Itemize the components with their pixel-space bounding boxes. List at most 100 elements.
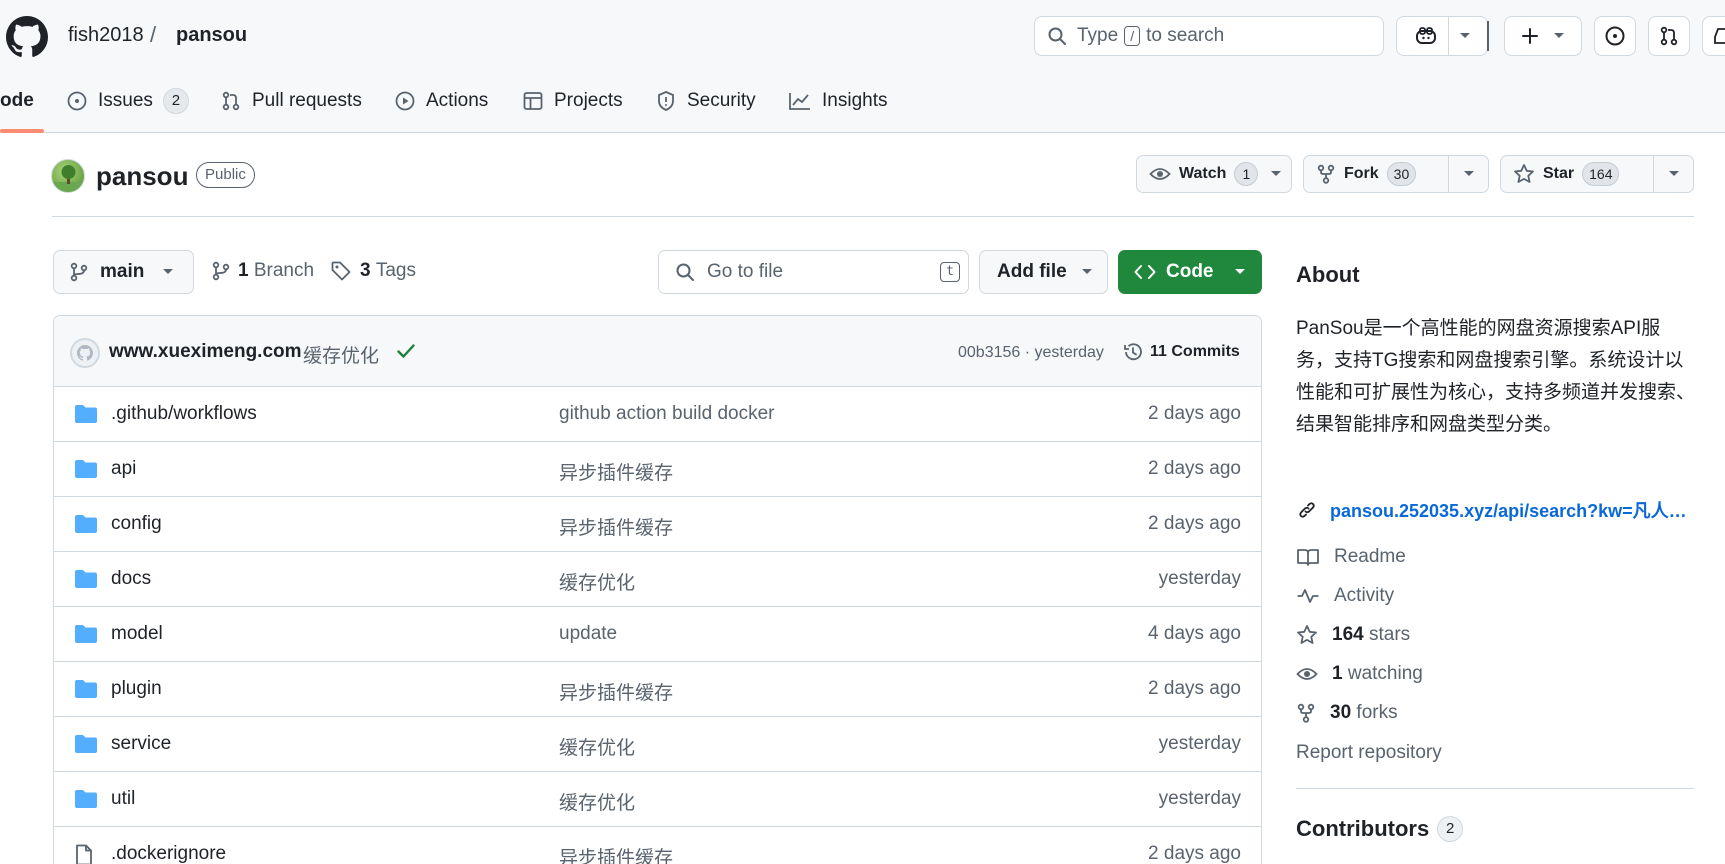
eye-icon (1149, 165, 1171, 183)
file-row[interactable]: api 异步插件缓存 2 days ago (54, 442, 1261, 497)
title-divider (52, 216, 1694, 217)
branches-label: Branch (253, 260, 315, 281)
tab-actions[interactable]: Actions (394, 86, 488, 116)
pull-requests-button[interactable] (1648, 16, 1690, 56)
fork-icon (1316, 164, 1336, 184)
branches-count: 1 (238, 260, 249, 281)
file-row[interactable]: .github/workflows github action build do… (54, 387, 1261, 442)
file-commit-message[interactable]: 异步插件缓存 (559, 458, 673, 485)
file-name[interactable]: .github/workflows (111, 403, 257, 425)
file-row[interactable]: plugin 异步插件缓存 2 days ago (54, 662, 1261, 717)
tab-actions-label: Actions (426, 90, 489, 111)
forks-link[interactable]: 30 forks (1296, 702, 1398, 724)
file-name[interactable]: service (111, 733, 171, 755)
file-name[interactable]: .dockerignore (111, 843, 226, 864)
readme-link[interactable]: Readme (1296, 546, 1406, 568)
eye-icon (1296, 665, 1318, 683)
watch-button[interactable]: Watch 1 (1136, 155, 1292, 193)
branch-icon (212, 261, 230, 281)
code-button[interactable]: Code (1118, 250, 1262, 294)
repo-owner-avatar[interactable] (51, 159, 85, 193)
file-commit-message[interactable]: 异步插件缓存 (559, 678, 673, 705)
inbox-button[interactable] (1702, 16, 1725, 56)
file-commit-message[interactable]: 缓存优化 (559, 733, 635, 760)
tab-issues[interactable]: Issues 2 (66, 86, 189, 116)
file-name[interactable]: docs (111, 568, 151, 590)
branches-link[interactable]: 1 Branch (212, 260, 314, 282)
file-row[interactable]: service 缓存优化 yesterday (54, 717, 1261, 772)
file-commit-message[interactable]: 缓存优化 (559, 568, 635, 595)
file-commit-message[interactable]: 异步插件缓存 (559, 513, 673, 540)
breadcrumb-owner[interactable]: fish2018 (68, 24, 144, 47)
issues-button[interactable] (1594, 16, 1636, 56)
tab-code[interactable]: ode (0, 86, 34, 116)
breadcrumb-repo[interactable]: pansou (176, 24, 247, 47)
tab-issues-count: 2 (162, 88, 189, 114)
tags-link[interactable]: 3 Tags (330, 260, 416, 282)
contributors-heading[interactable]: Contributors 2 (1296, 816, 1464, 842)
repo-title[interactable]: pansou (96, 161, 188, 192)
latest-commit-bar: www.xueximeng.com 缓存优化 00b3156 · yesterd… (54, 316, 1261, 387)
tab-projects[interactable]: Projects (522, 86, 623, 116)
file-row[interactable]: docs 缓存优化 yesterday (54, 552, 1261, 607)
file-date: 2 days ago (1148, 403, 1241, 424)
homepage-link[interactable]: pansou.252035.xyz/api/search?kw=凡人… (1296, 497, 1687, 523)
report-repository-link[interactable]: Report repository (1296, 742, 1442, 764)
visibility-badge: Public (196, 162, 255, 188)
create-new-button[interactable] (1504, 16, 1582, 56)
file-commit-message[interactable]: github action build docker (559, 403, 774, 425)
branch-icon (70, 262, 88, 282)
file-row[interactable]: util 缓存优化 yesterday (54, 772, 1261, 827)
commit-message[interactable]: 缓存优化 (303, 341, 379, 368)
tag-icon (330, 260, 352, 282)
star-button[interactable]: Star 164 (1500, 155, 1694, 193)
homepage-url: pansou.252035.xyz/api/search?kw=凡人… (1330, 501, 1687, 521)
add-file-label: Add file (997, 261, 1067, 282)
add-file-button[interactable]: Add file (979, 250, 1108, 294)
star-icon (1296, 624, 1318, 646)
check-icon[interactable] (396, 342, 416, 360)
branch-name: main (100, 261, 145, 282)
search-icon (675, 262, 695, 282)
activity-label: Activity (1334, 585, 1395, 606)
commits-link[interactable]: 11 Commits (1122, 341, 1240, 363)
file-name[interactable]: config (111, 513, 162, 535)
commit-author-avatar[interactable] (70, 338, 100, 368)
branch-selector[interactable]: main (53, 250, 194, 294)
file-commit-message[interactable]: 异步插件缓存 (559, 843, 673, 864)
commit-author[interactable]: www.xueximeng.com (109, 341, 302, 363)
tab-issues-label: Issues (98, 90, 153, 111)
file-name[interactable]: api (111, 458, 136, 480)
file-name[interactable]: plugin (111, 678, 162, 700)
star-dropdown[interactable] (1653, 156, 1693, 192)
file-name[interactable]: util (111, 788, 135, 810)
watching-link[interactable]: 1 watching (1296, 663, 1423, 685)
chevron-down-icon[interactable] (1270, 156, 1292, 192)
file-commit-message[interactable]: update (559, 623, 617, 645)
issue-icon (1604, 25, 1626, 47)
fork-button[interactable]: Fork 30 (1303, 155, 1489, 193)
file-row[interactable]: config 异步插件缓存 2 days ago (54, 497, 1261, 552)
history-icon (1122, 341, 1144, 363)
file-date: 2 days ago (1148, 678, 1241, 699)
fork-dropdown[interactable] (1448, 156, 1488, 192)
search-input[interactable]: Type / to search (1034, 16, 1384, 56)
stars-link[interactable]: 164 stars (1296, 624, 1410, 646)
tab-insights-label: Insights (822, 90, 888, 111)
folder-icon (74, 734, 98, 754)
github-logo-icon[interactable] (6, 16, 48, 58)
file-commit-message[interactable]: 缓存优化 (559, 788, 635, 815)
tab-pull-requests[interactable]: Pull requests (220, 86, 362, 116)
tab-security[interactable]: Security (655, 86, 756, 116)
activity-link[interactable]: Activity (1296, 585, 1394, 607)
file-row[interactable]: model update 4 days ago (54, 607, 1261, 662)
copilot-button[interactable] (1396, 16, 1488, 56)
tab-insights[interactable]: Insights (788, 86, 887, 116)
commit-sha-time[interactable]: 00b3156 · yesterday (958, 344, 1104, 362)
file-date: yesterday (1158, 733, 1241, 754)
tags-count: 3 (360, 260, 371, 281)
file-name[interactable]: model (111, 623, 163, 645)
go-to-file-input[interactable]: Go to file t (658, 250, 969, 294)
fork-count: 30 (1386, 162, 1417, 186)
file-row[interactable]: .dockerignore 异步插件缓存 2 days ago (54, 827, 1261, 864)
